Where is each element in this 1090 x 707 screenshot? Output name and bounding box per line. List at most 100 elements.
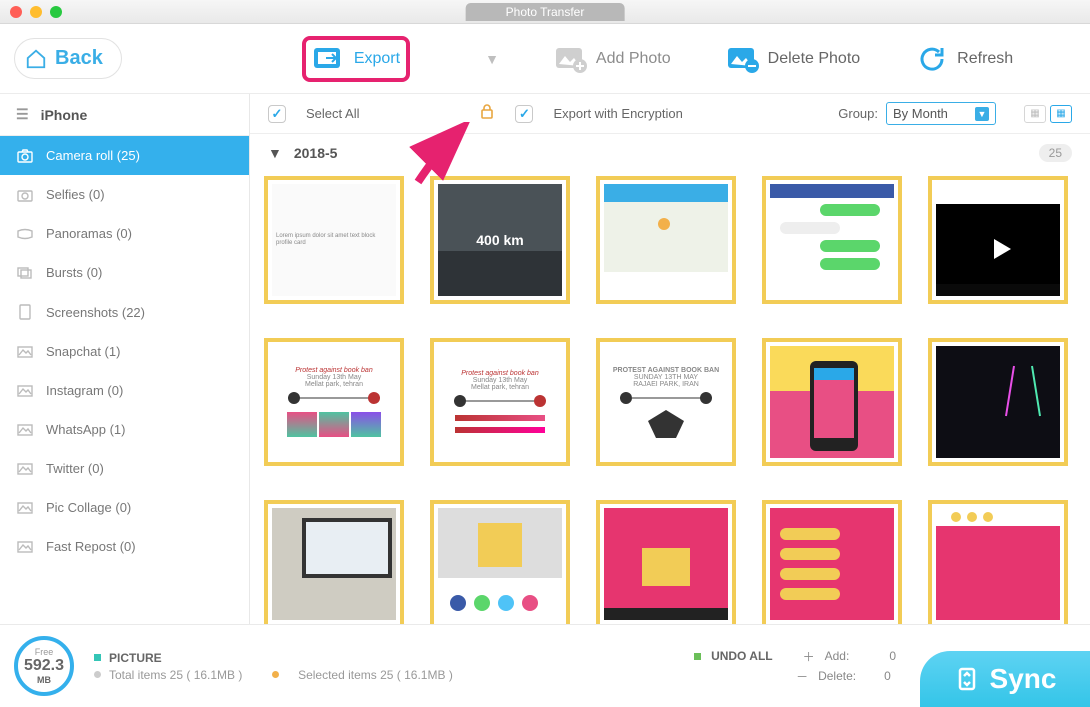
add-photo-icon <box>554 44 588 74</box>
close-icon[interactable] <box>10 6 22 18</box>
main-panel: Select All Export with Encryption Group:… <box>250 94 1090 624</box>
sidebar-item-label: Snapchat (1) <box>46 344 120 359</box>
photo-thumb[interactable] <box>596 176 736 304</box>
refresh-button[interactable]: Refresh <box>915 44 1013 74</box>
dot-icon <box>272 671 279 678</box>
sidebar-item-whatsapp[interactable]: WhatsApp (1) <box>0 410 249 449</box>
sync-icon <box>954 666 980 692</box>
album-icon <box>16 385 34 397</box>
free-value: 592.3 <box>24 657 64 675</box>
sidebar-item-screenshots[interactable]: Screenshots (22) <box>0 292 249 332</box>
total-items-label: Total items 25 ( 16.1MB ) <box>109 668 242 682</box>
sidebar-item-snapchat[interactable]: Snapchat (1) <box>0 332 249 371</box>
view-small-icon[interactable]: ▦ <box>1050 105 1072 123</box>
export-icon <box>312 44 346 74</box>
photo-thumb[interactable] <box>928 500 1068 624</box>
back-label: Back <box>55 47 103 70</box>
section-title: 2018-5 <box>294 145 338 161</box>
sidebar-item-instagram[interactable]: Instagram (0) <box>0 371 249 410</box>
section-count: 25 <box>1039 144 1072 162</box>
view-large-icon[interactable]: ▦ <box>1024 105 1046 123</box>
photo-thumb[interactable] <box>762 338 902 466</box>
sidebar-item-label: Selfies (0) <box>46 187 105 202</box>
traffic-lights <box>10 6 62 18</box>
maximize-icon[interactable] <box>50 6 62 18</box>
group-select[interactable]: By Month ▼ <box>886 102 996 125</box>
add-label: Add: <box>825 649 850 663</box>
group-label: Group: <box>838 106 878 121</box>
undo-all-button[interactable]: UNDO ALL <box>711 649 773 663</box>
photo-thumb[interactable] <box>762 176 902 304</box>
dot-icon <box>694 653 701 660</box>
sidebar-item-twitter[interactable]: Twitter (0) <box>0 449 249 488</box>
photo-thumb[interactable]: Protest against book banSunday 13th MayM… <box>430 338 570 466</box>
photo-thumb[interactable] <box>928 338 1068 466</box>
screenshot-icon <box>16 304 34 320</box>
export-button[interactable]: Export <box>312 44 400 74</box>
footer-stats-left: PICTURE Total items 25 ( 16.1MB ) Select… <box>94 648 453 685</box>
album-icon <box>16 502 34 514</box>
photo-thumb[interactable] <box>928 176 1068 304</box>
delete-photo-icon <box>726 44 760 74</box>
sync-label: Sync <box>990 663 1057 695</box>
photo-thumb[interactable] <box>762 500 902 624</box>
refresh-icon <box>915 44 949 74</box>
encryption-label: Export with Encryption <box>553 106 682 121</box>
sidebar: ☰ iPhone Camera roll (25) Selfies (0) Pa… <box>0 94 250 624</box>
add-value: 0 <box>889 649 896 663</box>
minimize-icon[interactable] <box>30 6 42 18</box>
sidebar-item-label: Camera roll (25) <box>46 148 140 163</box>
export-highlight: Export <box>302 36 410 82</box>
back-button[interactable]: Back <box>14 38 122 79</box>
collapse-icon: ▼ <box>268 145 282 161</box>
sidebar-item-piccollage[interactable]: Pic Collage (0) <box>0 488 249 527</box>
sidebar-item-panoramas[interactable]: Panoramas (0) <box>0 214 249 253</box>
sidebar-item-selfies[interactable]: Selfies (0) <box>0 175 249 214</box>
free-unit: MB <box>37 675 51 685</box>
select-all-checkbox[interactable] <box>268 105 286 123</box>
picture-label: PICTURE <box>109 651 162 665</box>
encryption-checkbox[interactable] <box>515 105 533 123</box>
section-header[interactable]: ▼ 2018-5 25 <box>250 134 1090 172</box>
photo-thumb[interactable]: PROTEST AGAINST BOOK BANSUNDAY 13TH MAYR… <box>596 338 736 466</box>
sidebar-item-fastrepost[interactable]: Fast Repost (0) <box>0 527 249 566</box>
chevron-down-icon: ▼ <box>975 107 989 121</box>
content: ☰ iPhone Camera roll (25) Selfies (0) Pa… <box>0 94 1090 624</box>
sidebar-item-label: Pic Collage (0) <box>46 500 131 515</box>
add-photo-button[interactable]: Add Photo <box>554 44 671 74</box>
select-all-label: Select All <box>306 106 359 121</box>
footer: Free 592.3 MB PICTURE Total items 25 ( 1… <box>0 624 1090 707</box>
sync-button[interactable]: Sync <box>920 651 1090 707</box>
photo-thumb[interactable]: Lorem ipsum dolor sit amet text block pr… <box>264 176 404 304</box>
group-value: By Month <box>893 106 948 121</box>
device-icon: ☰ <box>16 106 29 123</box>
dot-icon <box>94 654 101 661</box>
delete-photo-label: Delete Photo <box>768 50 861 68</box>
sidebar-item-label: Instagram (0) <box>46 383 123 398</box>
sidebar-item-label: Panoramas (0) <box>46 226 132 241</box>
delete-photo-button[interactable]: Delete Photo <box>726 44 861 74</box>
device-label: iPhone <box>41 107 88 123</box>
camera-icon <box>16 149 34 163</box>
photo-thumb[interactable] <box>596 500 736 624</box>
photo-thumb[interactable] <box>430 500 570 624</box>
view-toggle: ▦ ▦ <box>1024 105 1072 123</box>
export-dropdown-caret[interactable]: ▼ <box>485 51 499 67</box>
toolbar: Back Export ▼ Add Photo Delete Photo <box>0 24 1090 94</box>
home-icon <box>25 48 47 70</box>
photo-grid[interactable]: Lorem ipsum dolor sit amet text block pr… <box>250 172 1090 624</box>
sidebar-item-label: WhatsApp (1) <box>46 422 125 437</box>
sidebar-item-label: Screenshots (22) <box>46 305 145 320</box>
photo-thumb[interactable] <box>264 500 404 624</box>
photo-thumb[interactable]: Protest against book banSunday 13th MayM… <box>264 338 404 466</box>
free-space-ring: Free 592.3 MB <box>14 636 74 696</box>
export-label: Export <box>354 50 400 68</box>
sidebar-item-camera-roll[interactable]: Camera roll (25) <box>0 136 249 175</box>
panorama-icon <box>16 228 34 240</box>
toolbar-actions: Export ▼ Add Photo Delete Photo Refresh <box>302 36 1013 82</box>
album-icon <box>16 463 34 475</box>
album-icon <box>16 424 34 436</box>
sidebar-item-bursts[interactable]: Bursts (0) <box>0 253 249 292</box>
window-title: Photo Transfer <box>466 3 625 21</box>
photo-thumb[interactable]: 400 km <box>430 176 570 304</box>
